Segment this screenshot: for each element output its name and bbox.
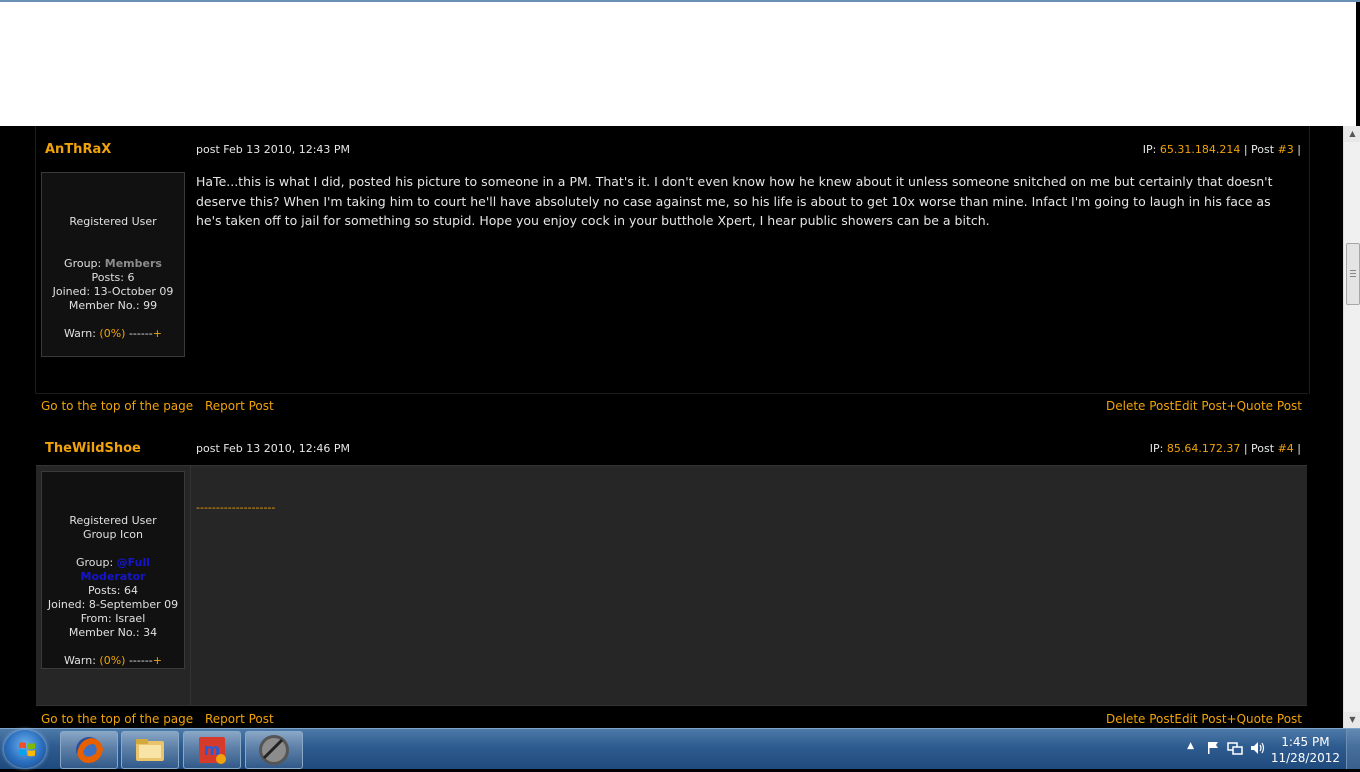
warn-bar: ------ (125, 327, 153, 340)
post-number-link[interactable]: #4 (1278, 442, 1294, 455)
quote-post-link[interactable]: +Quote Post (1227, 399, 1302, 413)
member-number: Member No.: 34 (68, 626, 158, 639)
warn-value[interactable]: (0%) (99, 327, 125, 340)
warn-bar: ------ (125, 654, 153, 667)
ip-address[interactable]: 65.31.184.214 (1160, 143, 1240, 156)
grip-line (1350, 273, 1356, 274)
member-group: Group: @Full Moderator (42, 556, 184, 584)
taskbar-clipper-button[interactable] (245, 731, 303, 769)
browser-top-area (0, 0, 1356, 126)
member-title: Registered User (69, 215, 157, 228)
post-edit-actions: Delete PostEdit Post+Quote Post (1106, 399, 1302, 413)
show-hidden-icons-arrow-icon[interactable]: ▲ (1187, 741, 1194, 751)
warn-label: Warn: (64, 654, 100, 667)
scrollbar-thumb[interactable] (1346, 243, 1360, 305)
post-date: post Feb 13 2010, 12:43 PM (196, 143, 351, 156)
ip-label: IP: (1142, 143, 1160, 156)
firefox-icon (76, 737, 103, 763)
post-actions: Go to the top of the page Report Post De… (41, 399, 1302, 413)
report-post-link[interactable]: Report Post (205, 399, 274, 413)
clock-date: 11/28/2012 (1270, 751, 1340, 765)
grip-line (1350, 270, 1356, 271)
warn-value[interactable]: (0%) (99, 654, 125, 667)
clipper-icon (259, 735, 289, 765)
member-group: Group: Members (42, 257, 184, 271)
member-joined: Joined: 8-September 09 (47, 598, 179, 611)
network-icon[interactable] (1227, 741, 1243, 755)
vertical-scrollbar[interactable]: ▲ ▼ (1343, 126, 1360, 728)
post-author[interactable]: AnThRaX (45, 142, 111, 157)
group-name: Members (104, 257, 162, 270)
delete-post-link[interactable]: Delete Post (1106, 712, 1174, 726)
windows-taskbar: m ▲ 1:45 PM 11/28/2012 (0, 728, 1360, 769)
member-warn: Warn: (0%) ------+ (42, 654, 184, 668)
go-to-top-link[interactable]: Go to the top of the page (41, 712, 193, 726)
scroll-up-arrow-icon[interactable]: ▲ (1344, 126, 1360, 142)
post-divider (36, 393, 1308, 394)
scroll-down-arrow-icon[interactable]: ▼ (1344, 712, 1360, 728)
ip-label: IP: (1149, 442, 1167, 455)
post-signature-divider: -------------------- (196, 501, 276, 514)
action-center-flag-icon[interactable] (1206, 741, 1220, 755)
member-title: Registered User (69, 514, 157, 527)
group-icon: Group Icon (83, 528, 143, 541)
member-joined: Joined: 13-October 09 (52, 285, 174, 298)
post-end: | (1293, 143, 1301, 156)
member-posts: Posts: 64 (88, 584, 138, 597)
post-date: post Feb 13 2010, 12:46 PM (196, 442, 351, 455)
post-ip-line: IP: 85.64.172.37 | Post #4 | (1150, 442, 1301, 455)
taskbar-firefox-button[interactable] (60, 731, 118, 769)
post-author[interactable]: TheWildShoe (45, 441, 141, 456)
report-post-link[interactable]: Report Post (205, 712, 274, 726)
start-button[interactable] (4, 730, 46, 768)
author-profile-box: Registered User Group: Members Posts: 6 … (41, 172, 185, 357)
warn-label: Warn: (64, 327, 100, 340)
post-number-link[interactable]: #3 (1278, 143, 1294, 156)
post-ip-line: IP: 65.31.184.214 | Post #3 | (1143, 143, 1301, 156)
taskbar-media-button[interactable]: m (183, 731, 241, 769)
post-end: | (1293, 442, 1301, 455)
member-from: From: Israel (80, 612, 146, 625)
taskbar-explorer-button[interactable] (121, 731, 179, 769)
delete-post-link[interactable]: Delete Post (1106, 399, 1174, 413)
post-label: | Post (1240, 442, 1278, 455)
windows-explorer-icon (136, 739, 164, 761)
go-to-top-link[interactable]: Go to the top of the page (41, 399, 193, 413)
forum-page: AnThRaX post Feb 13 2010, 12:43 PM IP: 6… (0, 126, 1343, 728)
edit-post-link[interactable]: Edit Post (1174, 399, 1226, 413)
media-player-icon: m (199, 737, 226, 764)
post-edit-actions: Delete PostEdit Post+Quote Post (1106, 712, 1302, 726)
volume-icon[interactable] (1250, 741, 1266, 755)
group-label: Group: (64, 257, 105, 270)
group-label: Group: (75, 556, 117, 569)
warn-plus[interactable]: + (153, 654, 162, 667)
window-top-border (0, 0, 1360, 2)
author-profile-box: Registered User Group Icon Group: @Full … (41, 471, 185, 669)
post-label: | Post (1240, 143, 1278, 156)
member-number: Member No.: 99 (68, 299, 158, 312)
post-container (35, 126, 1310, 394)
show-desktop-button[interactable] (1346, 729, 1360, 769)
post-actions: Go to the top of the page Report Post De… (41, 712, 1302, 726)
grip-line (1350, 276, 1356, 277)
windows-logo-icon (19, 742, 35, 757)
post-body: HaTe...this is what I did, posted his pi… (196, 174, 1273, 228)
warn-plus[interactable]: + (153, 327, 162, 340)
ip-address[interactable]: 85.64.172.37 (1167, 442, 1240, 455)
system-clock[interactable]: 1:45 PM 11/28/2012 (1271, 734, 1340, 766)
member-posts: Posts: 6 (91, 271, 135, 284)
clock-time: 1:45 PM (1281, 735, 1330, 749)
quote-post-link[interactable]: +Quote Post (1227, 712, 1302, 726)
edit-post-link[interactable]: Edit Post (1174, 712, 1226, 726)
member-warn: Warn: (0%) ------+ (42, 327, 184, 341)
